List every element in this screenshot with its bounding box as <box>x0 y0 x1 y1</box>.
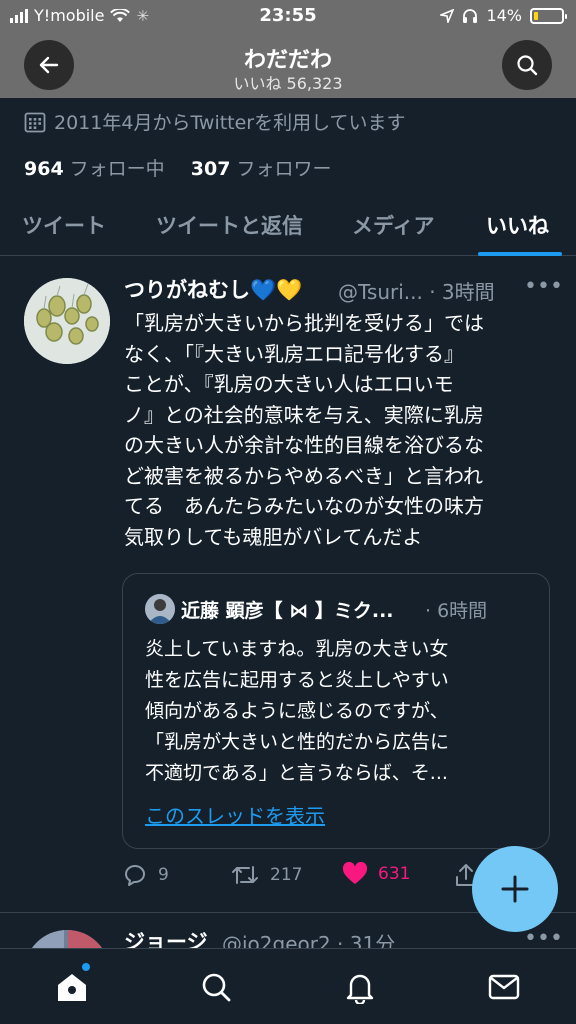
tweet-line: てる あんたらみたいなのが女性の味方 <box>124 494 484 518</box>
tweet-author-name[interactable]: つりがねむし💙💛 <box>124 274 302 304</box>
quoted-avatar-image <box>145 594 175 624</box>
like-count: 631 <box>378 864 411 884</box>
bell-icon <box>346 974 374 1004</box>
top-bar: Y!mobile ✳ 23:55 14% わだだわ いいね 56,323 <box>0 0 576 98</box>
tweet-line: の大きい人が余計な性的目線を浴びるな <box>124 433 484 457</box>
search-button[interactable] <box>502 40 552 90</box>
tweet-line: 「乳房が大きいから批判を受ける」では <box>124 311 484 335</box>
followers-link[interactable]: 307 フォロワー <box>191 158 332 180</box>
tweet-line: ど被害を被るからやめるべき」と言われ <box>124 463 483 488</box>
quoted-line: 性を広告に起用すると炎上しやすい <box>145 669 449 691</box>
quoted-line: 傾向があるように感じるのですが、 <box>145 700 449 722</box>
following-label: フォロー中 <box>69 158 165 180</box>
reply-count: 9 <box>158 865 169 885</box>
active-tab-indicator <box>478 252 562 256</box>
quoted-author-name: 近藤 顕彦【 ⋈ 】ミク... <box>181 600 394 622</box>
quoted-line: 「乳房が大きいと性的だから広告に <box>145 731 450 753</box>
retweet-icon <box>232 866 258 884</box>
tab-tweets[interactable]: ツイート <box>22 210 106 240</box>
followers-label: フォロワー <box>236 158 332 180</box>
calendar-icon <box>24 112 46 132</box>
followers-count: 307 <box>190 158 231 180</box>
tab-tweets-and-replies[interactable]: ツイートと返信 <box>156 210 303 240</box>
home-icon <box>58 974 86 1001</box>
tweet-line: ノ』との社会的意味を与え、実際に乳房 <box>124 402 484 427</box>
location-icon <box>440 8 455 23</box>
joined-date: 2011年4月からTwitterを利用しています <box>24 108 406 135</box>
tweet-text: 「乳房が大きいから批判を受ける」では なく、「『大きい乳房エロ記号化する』 こと… <box>124 308 544 552</box>
heart-filled-icon <box>342 862 368 884</box>
reply-icon <box>124 865 145 886</box>
bottom-navigation <box>0 948 576 1024</box>
tweet-author-handle[interactable]: @Tsuri... · 3時間 <box>338 276 495 305</box>
retweet-button[interactable]: 217 <box>230 862 302 888</box>
like-button[interactable]: 631 <box>342 862 410 886</box>
tweet-line: 気取りしても魂胆がバレてんだよ <box>124 524 423 549</box>
follow-stats: 964 フォロー中 307 フォロワー <box>24 154 331 181</box>
quoted-avatar <box>145 594 175 624</box>
tweet-line: ことが、『乳房の大きい人はエロいモ <box>124 372 454 396</box>
tab-likes[interactable]: いいね <box>486 210 549 240</box>
status-right: 14% <box>440 6 567 25</box>
tab-media[interactable]: メディア <box>352 210 435 240</box>
quoted-line: 不適切である」と言うならば、そ... <box>145 762 448 784</box>
nav-home[interactable] <box>52 967 92 1007</box>
show-thread-link[interactable]: このスレッドを表示 <box>145 800 325 829</box>
avatar[interactable] <box>24 278 110 364</box>
nav-notifications[interactable] <box>340 967 380 1007</box>
reply-button[interactable]: 9 <box>122 862 169 888</box>
joined-text: 2011年4月からTwitterを利用しています <box>54 112 406 134</box>
nav-messages[interactable] <box>484 967 524 1007</box>
quoted-line: 炎上していますね。乳房の大きい女 <box>145 638 449 660</box>
battery-icon <box>530 7 567 24</box>
battery-percent: 14% <box>486 6 522 25</box>
retweet-count: 217 <box>270 865 303 885</box>
status-bar: Y!mobile ✳ 23:55 14% <box>0 0 576 32</box>
quoted-text: 炎上していますね。乳房の大きい女 性を広告に起用すると炎上しやすい 傾向があるよ… <box>145 634 535 789</box>
avatar-image <box>24 278 110 364</box>
quoted-time: · 6時間 <box>425 600 488 622</box>
search-icon <box>517 55 538 76</box>
compose-tweet-button[interactable] <box>472 846 558 932</box>
nav-search[interactable] <box>196 967 236 1007</box>
following-link[interactable]: 964 フォロー中 <box>24 158 171 180</box>
plus-icon <box>501 875 529 903</box>
home-notification-dot <box>82 963 90 971</box>
tweet-more-icon[interactable]: ••• <box>524 274 563 299</box>
headphones-icon <box>463 9 478 23</box>
tweet-line: なく、「『大きい乳房エロ記号化する』 <box>124 341 464 366</box>
likes-count-subtitle: いいね 56,323 <box>233 74 343 93</box>
search-icon <box>202 973 231 1002</box>
mail-icon <box>488 974 520 1000</box>
following-count: 964 <box>24 158 64 180</box>
profile-tabs: ツイート ツイートと返信 メディア いいね <box>0 196 576 256</box>
quoted-tweet[interactable]: 近藤 顕彦【 ⋈ 】ミク... · 6時間 炎上していますね。乳房の大きい女 性… <box>122 573 550 849</box>
